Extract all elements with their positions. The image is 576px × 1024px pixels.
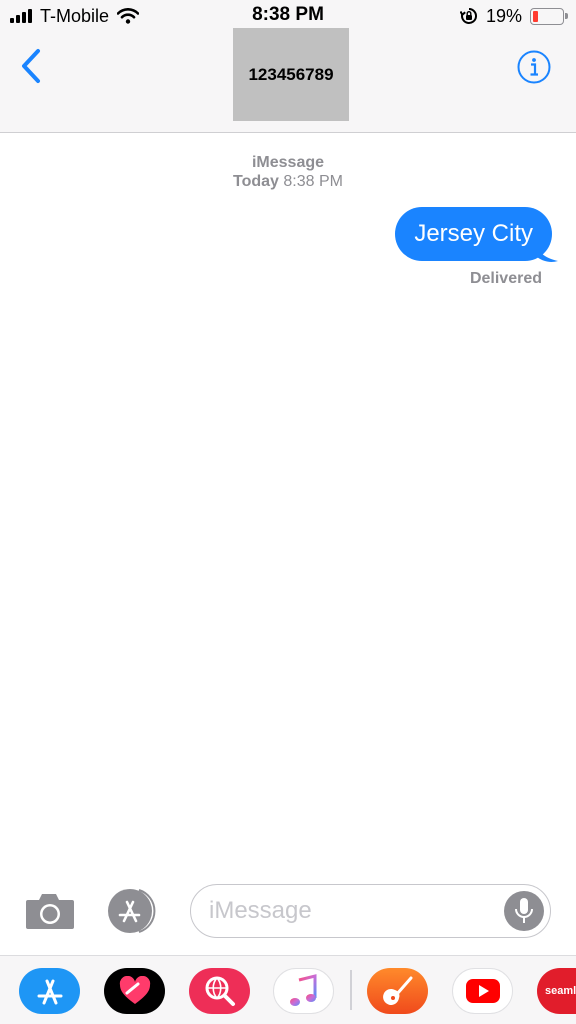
- app-store-app[interactable]: [19, 968, 80, 1014]
- music-app[interactable]: [273, 968, 334, 1014]
- conversation-header: T-Mobile 8:38 PM 19% 123456789: [0, 0, 576, 133]
- rotation-lock-icon: [459, 8, 477, 24]
- image-search-icon: [205, 976, 235, 1006]
- apps-button[interactable]: [107, 888, 163, 934]
- battery-icon: [530, 7, 568, 25]
- drawer-divider: [350, 970, 352, 1010]
- status-right: 19%: [459, 5, 568, 27]
- info-button[interactable]: [516, 49, 552, 85]
- chevron-left-icon: [22, 49, 40, 83]
- seamless-icon: seamle: [545, 985, 576, 997]
- app-store-icon: [108, 889, 156, 933]
- microphone-button[interactable]: [504, 891, 544, 931]
- youtube-play-icon: [465, 979, 500, 1003]
- timestamp-time: 8:38 PM: [283, 173, 343, 190]
- contact-name[interactable]: 123456789: [233, 28, 349, 121]
- camera-icon: [26, 894, 74, 929]
- seamless-app[interactable]: seamle: [537, 968, 576, 1014]
- camera-button[interactable]: [24, 889, 76, 933]
- images-app[interactable]: [189, 968, 250, 1014]
- service-label: iMessage: [251, 154, 325, 171]
- conversation-meta: iMessage Today 8:38 PM: [0, 153, 576, 191]
- digital-touch-app[interactable]: [104, 968, 165, 1014]
- timestamp-day: Today: [233, 173, 279, 190]
- message-text: Jersey City: [414, 220, 533, 247]
- battery-percent: 19%: [485, 5, 522, 26]
- digital-touch-icon: [119, 976, 150, 1004]
- info-circle-icon: [517, 50, 551, 84]
- delivery-status: Delivered: [469, 270, 542, 287]
- bubble-tail: [537, 245, 558, 262]
- music-note-icon: [289, 974, 316, 1006]
- back-button[interactable]: [14, 46, 48, 86]
- message-field[interactable]: [190, 884, 551, 938]
- youtube-app[interactable]: [452, 968, 513, 1014]
- guitar-icon: [382, 976, 412, 1005]
- garageband-app[interactable]: [367, 968, 428, 1014]
- timestamp: Today 8:38 PM: [0, 172, 576, 191]
- message-bubble-sent[interactable]: Jersey City: [395, 207, 552, 261]
- battery-level-fill: [533, 10, 538, 22]
- compose-bar: [0, 875, 576, 950]
- app-drawer: seamle: [0, 955, 576, 1024]
- message-input[interactable]: [209, 885, 489, 936]
- app-store-icon: [37, 979, 62, 1005]
- microphone-icon: [515, 898, 533, 923]
